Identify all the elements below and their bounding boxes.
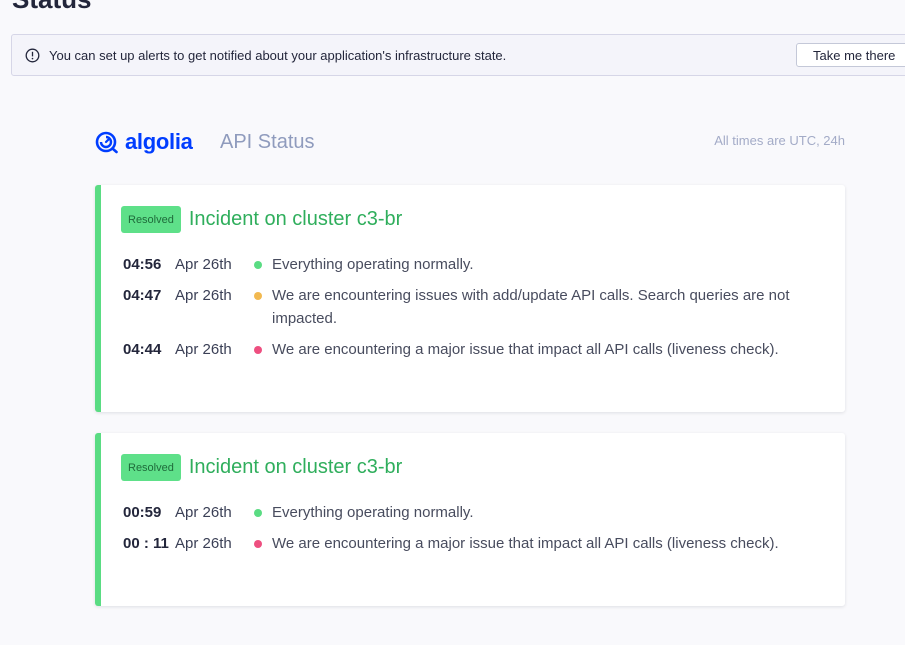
incident-title[interactable]: Incident on cluster c3-br	[189, 208, 402, 231]
status-dot-major-icon	[254, 540, 262, 548]
update-date: Apr 26th	[175, 256, 232, 273]
incident-card: Resolved Incident on cluster c3-br 00:59…	[95, 433, 845, 606]
algolia-logo-icon	[95, 131, 118, 154]
brand-name: algolia	[125, 129, 193, 154]
alerts-banner: You can set up alerts to get notified ab…	[11, 34, 905, 76]
update-date: Apr 26th	[175, 341, 232, 358]
incident-title[interactable]: Incident on cluster c3-br	[189, 456, 402, 479]
update-date: Apr 26th	[175, 287, 232, 304]
update-message: Everything operating normally.	[272, 504, 474, 521]
alert-message: You can set up alerts to get notified ab…	[49, 47, 507, 63]
update-time: 00:59	[123, 504, 162, 521]
status-header: algolia API Status All times are UTC, 24…	[95, 128, 845, 158]
update-time: 04:47	[123, 287, 162, 304]
update-message: We are encountering issues with add/upda…	[272, 287, 790, 327]
update-date: Apr 26th	[175, 504, 232, 521]
incident-card: Resolved Incident on cluster c3-br 04:56…	[95, 185, 845, 412]
update-time: 04:56	[123, 256, 162, 273]
update-date: Apr 26th	[175, 535, 232, 552]
page-title: Status	[12, 0, 91, 15]
info-icon	[25, 48, 40, 63]
update-message: We are encountering a major issue that i…	[272, 341, 779, 358]
status-dot-major-icon	[254, 346, 262, 354]
update-message: Everything operating normally.	[272, 256, 474, 273]
resolved-badge: Resolved	[121, 206, 181, 233]
status-dot-operational-icon	[254, 261, 262, 269]
status-dot-operational-icon	[254, 509, 262, 517]
update-message: We are encountering a major issue that i…	[272, 535, 779, 552]
status-dot-degraded-icon	[254, 292, 262, 300]
algolia-brand[interactable]: algolia	[95, 129, 193, 155]
status-page-title: API Status	[220, 131, 315, 153]
update-time: 00 : 11	[123, 535, 169, 552]
resolved-badge: Resolved	[121, 454, 181, 481]
update-time: 04:44	[123, 341, 162, 358]
timezone-note: All times are UTC, 24h	[714, 133, 845, 148]
take-me-there-button[interactable]: Take me there	[796, 43, 905, 67]
